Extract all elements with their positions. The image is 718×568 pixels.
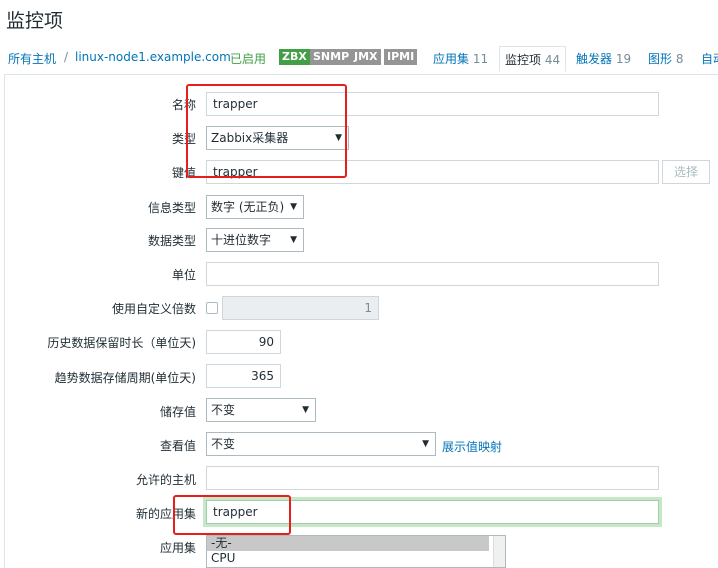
snmp-availability-badge: SNMP [310,49,353,65]
jmx-availability-badge: JMX [351,49,381,65]
units-input[interactable] [206,262,659,286]
annotation-highlight-box [173,495,291,535]
info-type-select[interactable]: 数字 (无正负) ▼ [206,195,304,219]
tab-discovery[interactable]: 自动 [701,50,718,67]
page-title: 监控项 [6,10,64,32]
tab-items[interactable]: 监控项 44 [499,46,567,72]
chevron-down-icon: ▼ [290,202,297,212]
show-value-mappings-link[interactable]: 展示值映射 [442,438,502,455]
show-value-select[interactable]: 不变 ▼ [206,432,436,456]
chevron-down-icon: ▼ [290,235,297,245]
info-type-label: 信息类型 [147,201,196,215]
breadcrumb-host[interactable]: linux-node1.example.com [75,50,231,64]
applications-label: 应用集 [159,541,196,555]
history-label: 历史数据保留时长（单位天) [47,336,196,350]
units-label: 单位 [171,268,196,282]
key-select-button[interactable]: 选择 [662,160,710,184]
multiplier-checkbox[interactable] [206,302,218,314]
host-nav-bar: 所有主机 / linux-node1.example.com 已启用 ZBX S… [0,44,718,74]
tab-graphs[interactable]: 图形 8 [648,50,683,67]
listbox-scrollbar[interactable] [493,536,505,567]
list-item[interactable]: CPU [207,551,505,566]
tab-applications[interactable]: 应用集 11 [433,50,488,67]
chevron-down-icon: ▼ [422,439,429,449]
item-form-panel [4,74,718,568]
breadcrumb-all-hosts[interactable]: 所有主机 [8,50,56,67]
trends-label: 趋势数据存储周期(单位天) [54,371,196,385]
store-value-label: 储存值 [159,405,196,419]
history-input[interactable]: 90 [206,330,281,354]
data-type-select[interactable]: 十进位数字 ▼ [206,228,304,252]
breadcrumb-separator: / [64,50,69,64]
tab-triggers[interactable]: 触发器 19 [576,50,631,67]
trends-input[interactable]: 365 [206,364,281,388]
ipmi-availability-badge: IPMI [384,49,418,65]
chevron-down-icon: ▼ [302,405,309,415]
list-item[interactable]: -无- [207,536,489,551]
applications-listbox[interactable]: -无- CPU [206,535,506,568]
multiplier-input: 1 [222,296,379,320]
zbx-availability-badge: ZBX [279,49,310,65]
show-value-label: 查看值 [159,439,196,453]
allowed-hosts-input[interactable] [206,466,659,490]
annotation-highlight-box [186,84,347,178]
host-status-enabled[interactable]: 已启用 [230,50,266,67]
store-value-select[interactable]: 不变 ▼ [206,398,316,422]
multiplier-label: 使用自定义倍数 [111,302,196,316]
data-type-label: 数据类型 [147,234,196,248]
allowed-hosts-label: 允许的主机 [135,473,196,487]
